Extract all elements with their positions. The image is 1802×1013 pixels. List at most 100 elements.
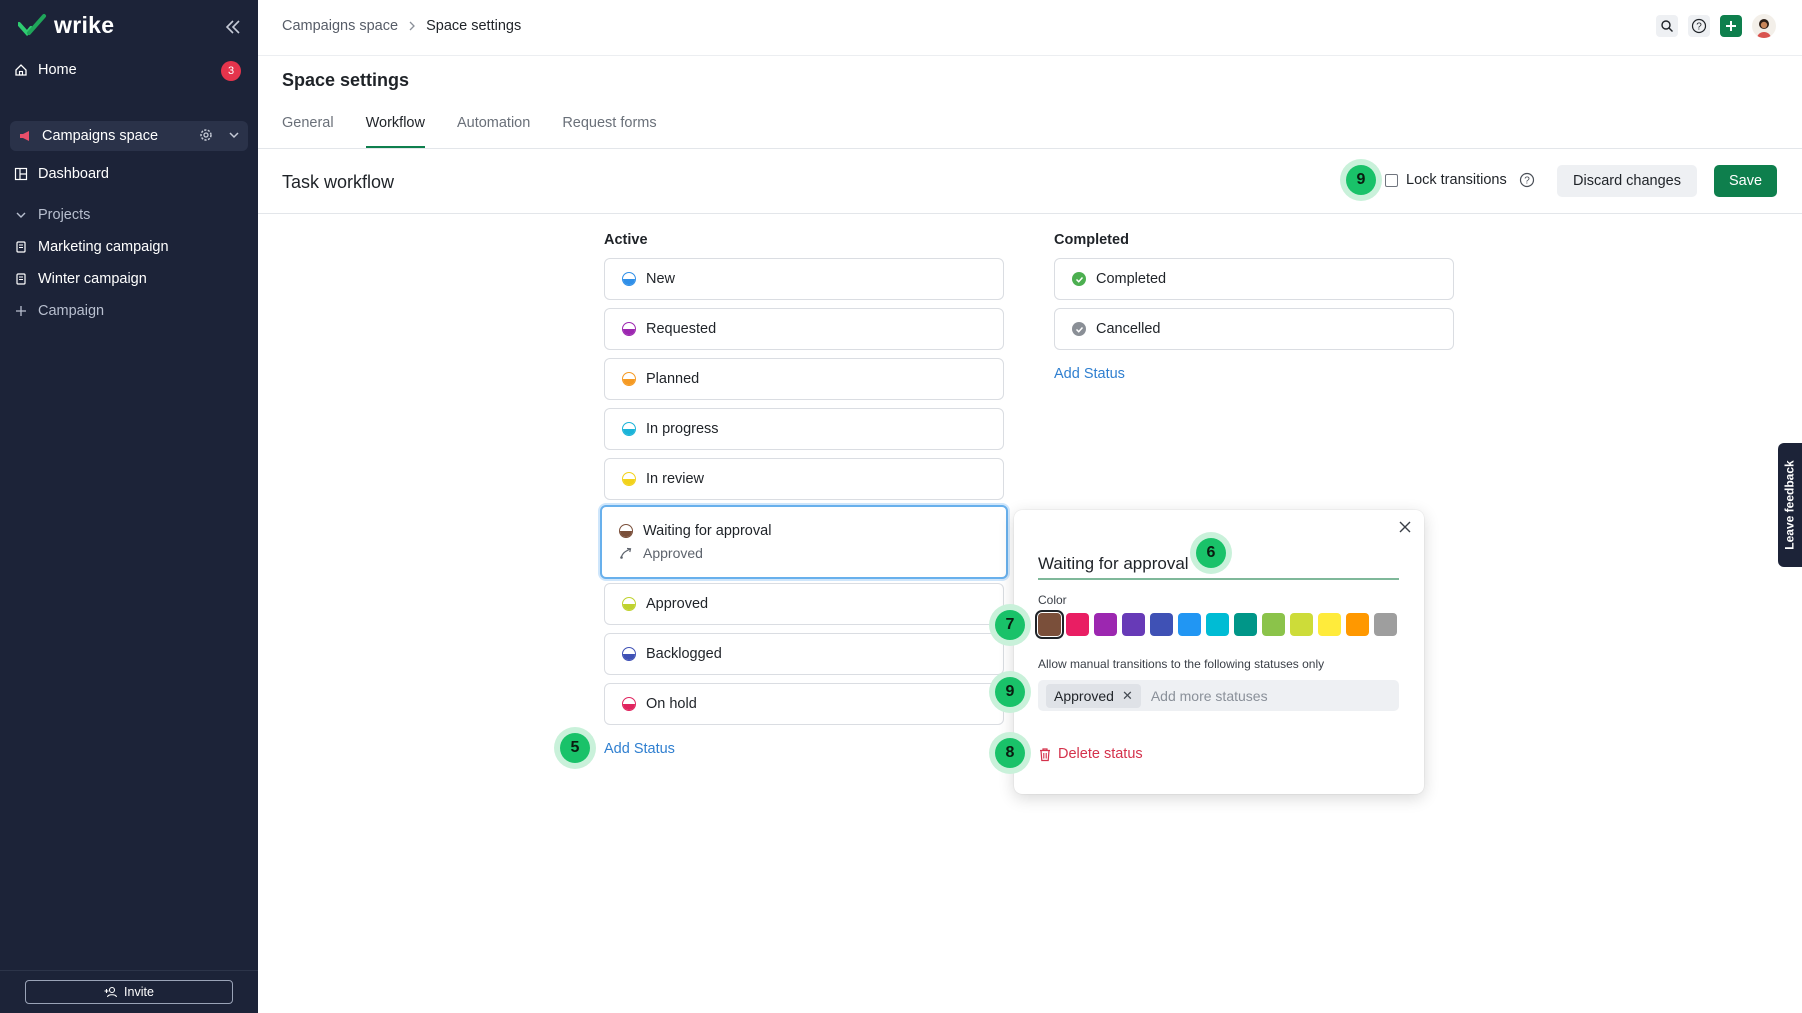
- status-card-in-review[interactable]: In review: [604, 458, 1004, 500]
- collapse-sidebar-button[interactable]: [222, 16, 244, 38]
- tab-request-forms[interactable]: Request forms: [562, 115, 656, 148]
- status-card-new[interactable]: New: [604, 258, 1004, 300]
- sidebar-item-label: Home: [38, 62, 77, 78]
- status-label: Cancelled: [1096, 321, 1161, 337]
- status-transition-row: Approved: [619, 545, 703, 561]
- header-divider: [258, 55, 1802, 56]
- remove-chip-icon[interactable]: ✕: [1122, 688, 1133, 704]
- sidebar-item-project[interactable]: Marketing campaign: [14, 239, 169, 255]
- color-swatch-pink[interactable]: [1066, 613, 1089, 636]
- check-circle-icon: [1072, 272, 1086, 286]
- delete-status-button[interactable]: Delete status: [1038, 746, 1143, 762]
- status-label: Approved: [646, 596, 709, 612]
- status-card-completed[interactable]: Completed: [1054, 258, 1454, 300]
- status-label: Requested: [646, 321, 717, 337]
- lock-transitions-label[interactable]: Lock transitions: [1406, 172, 1507, 188]
- status-transition-label: Approved: [643, 545, 703, 561]
- help-icon[interactable]: ?: [1519, 172, 1535, 188]
- status-card-in-progress[interactable]: In progress: [604, 408, 1004, 450]
- status-color-icon: [622, 422, 636, 436]
- status-card-approved[interactable]: Approved: [604, 583, 1004, 625]
- status-card-planned[interactable]: Planned: [604, 358, 1004, 400]
- dashboard-icon: [14, 167, 28, 181]
- tab-workflow[interactable]: Workflow: [365, 115, 425, 148]
- gear-icon[interactable]: [198, 127, 214, 143]
- status-card-on-hold[interactable]: On hold: [604, 683, 1004, 725]
- breadcrumb-item[interactable]: Campaigns space: [282, 18, 398, 34]
- create-button[interactable]: [1720, 15, 1742, 37]
- sidebar-divider: [0, 970, 258, 971]
- sidebar-item-home[interactable]: Home: [14, 62, 77, 78]
- sidebar-item-projects[interactable]: Projects: [14, 207, 90, 223]
- megaphone-icon: [20, 131, 29, 141]
- status-color-icon: [622, 372, 636, 386]
- status-color-icon: [622, 597, 636, 611]
- header-actions: ?: [1656, 14, 1776, 38]
- status-label: In progress: [646, 421, 719, 437]
- discard-changes-button[interactable]: Discard changes: [1557, 165, 1697, 197]
- color-swatch-deep-purple[interactable]: [1122, 613, 1145, 636]
- color-swatch-brown[interactable]: [1035, 610, 1064, 639]
- sidebar-item-project[interactable]: Winter campaign: [14, 271, 147, 287]
- step-marker: 9: [995, 677, 1025, 707]
- status-card-waiting-for-approval[interactable]: Waiting for approval Approved: [600, 505, 1008, 579]
- status-label: On hold: [646, 696, 697, 712]
- status-chip-label: Approved: [1054, 687, 1114, 704]
- status-color-icon: [622, 697, 636, 711]
- user-avatar-icon: [1757, 19, 1771, 38]
- search-button[interactable]: [1656, 15, 1678, 37]
- status-label: In review: [646, 471, 705, 487]
- avatar[interactable]: [1752, 14, 1776, 38]
- transition-statuses-input[interactable]: Approved ✕ Add more statuses: [1038, 680, 1399, 711]
- add-completed-status-link[interactable]: Add Status: [1054, 366, 1125, 382]
- color-swatch-purple[interactable]: [1094, 613, 1117, 636]
- color-swatch-indigo[interactable]: [1150, 613, 1173, 636]
- double-chevron-left-icon: [225, 20, 240, 34]
- status-color-icon: [622, 647, 636, 661]
- sidebar-add-campaign[interactable]: Campaign: [14, 303, 104, 319]
- status-label: New: [646, 271, 676, 287]
- leave-feedback-tab[interactable]: Leave feedback: [1778, 443, 1802, 567]
- status-card-requested[interactable]: Requested: [604, 308, 1004, 350]
- sidebar-item-label: Projects: [38, 207, 91, 223]
- transition-arrow-icon: [620, 547, 632, 559]
- color-swatch-teal[interactable]: [1234, 613, 1257, 636]
- color-swatch-cyan[interactable]: [1206, 613, 1229, 636]
- status-label: Backlogged: [646, 646, 722, 662]
- tab-automation[interactable]: Automation: [457, 115, 530, 148]
- save-button[interactable]: Save: [1714, 165, 1777, 197]
- close-icon[interactable]: [1398, 520, 1412, 534]
- invite-button[interactable]: Invite: [25, 980, 233, 1004]
- tab-general[interactable]: General: [282, 115, 334, 148]
- chevron-down-icon[interactable]: [228, 129, 240, 141]
- sidebar-item-label: Dashboard: [38, 166, 109, 182]
- status-card-backlogged[interactable]: Backlogged: [604, 633, 1004, 675]
- color-swatch-blue[interactable]: [1178, 613, 1201, 636]
- color-swatch-lime[interactable]: [1290, 613, 1313, 636]
- sidebar-item-label: Campaign: [38, 303, 105, 319]
- page-title: Space settings: [282, 70, 410, 90]
- wrike-logo[interactable]: wrike: [18, 12, 114, 39]
- add-statuses-placeholder[interactable]: Add more statuses: [1151, 688, 1268, 704]
- chevron-down-icon: [16, 212, 26, 218]
- step-marker: 7: [995, 610, 1025, 640]
- lock-transitions-checkbox[interactable]: [1385, 173, 1398, 187]
- help-button[interactable]: ?: [1688, 15, 1710, 37]
- space-selector[interactable]: Campaigns space: [10, 121, 248, 151]
- color-swatch-light-green[interactable]: [1262, 613, 1285, 636]
- color-swatch-yellow[interactable]: [1318, 613, 1341, 636]
- color-swatch-gray[interactable]: [1374, 613, 1397, 636]
- active-column-title: Active: [604, 232, 648, 248]
- sidebar-item-dashboard[interactable]: Dashboard: [14, 166, 109, 182]
- status-label: Completed: [1096, 271, 1167, 287]
- color-label: Color: [1038, 593, 1067, 607]
- sidebar-item-label: Marketing campaign: [38, 239, 169, 255]
- notification-badge: 3: [221, 61, 241, 81]
- color-swatches: [1035, 610, 1397, 639]
- status-card-cancelled[interactable]: Cancelled: [1054, 308, 1454, 350]
- color-swatch-orange[interactable]: [1346, 613, 1369, 636]
- add-active-status-link[interactable]: Add Status: [604, 741, 675, 757]
- search-icon: [1661, 20, 1673, 32]
- plus-icon: [16, 306, 26, 316]
- plus-icon: [1726, 21, 1736, 31]
